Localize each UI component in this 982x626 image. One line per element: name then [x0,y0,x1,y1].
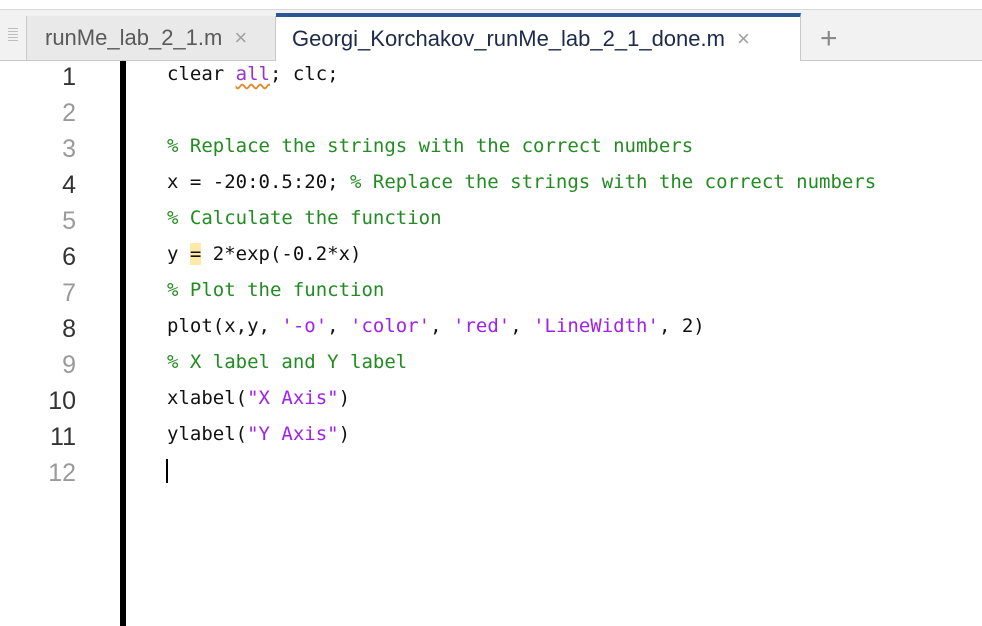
line-number: 12 [48,459,76,487]
close-icon[interactable]: × [737,26,750,52]
code-string: 'color' [350,315,431,337]
line-number-gutter: 1 2 3 4 5 6 7 8 9 10 11 12 [0,61,120,626]
code-line-4[interactable]: x = -20:0.5:20; % Replace the strings wi… [167,171,876,193]
code-text: xlabel( [167,387,248,409]
tab-grip-icon[interactable] [8,28,18,42]
line-number: 5 [62,207,76,235]
tab-runme-lab[interactable]: runMe_lab_2_1.m × [26,16,276,60]
code-text: clear [167,63,236,85]
line-number: 4 [62,171,76,199]
code-line-8[interactable]: plot(x,y, '-o', 'color', 'red', 'LineWid… [167,315,705,337]
code-line-5[interactable]: % Calculate the function [167,207,442,229]
code-string: 'red' [453,315,511,337]
code-text: , [510,315,534,337]
code-text: ) [338,423,351,445]
editor-tab-bar: runMe_lab_2_1.m × Georgi_Korchakov_runMe… [0,10,982,61]
code-text: ; clc; [269,63,339,85]
code-comment: % Replace the strings with the correct n… [350,171,877,193]
line-number: 1 [62,63,76,91]
line-number: 3 [62,135,76,163]
tab-label: runMe_lab_2_1.m [45,25,223,50]
code-highlight: = [189,243,202,265]
text-cursor [166,459,168,483]
window-top-edge [0,0,982,10]
line-number: 9 [62,351,76,379]
line-number: 10 [48,387,76,415]
code-string: "Y Axis" [247,423,339,445]
code-line-11[interactable]: ylabel("Y Axis") [167,423,350,445]
line-number: 8 [62,315,76,343]
code-line-6[interactable]: y = 2*exp(-0.2*x) [167,243,362,265]
tab-label: Georgi_Korchakov_runMe_lab_2_1_done.m [292,26,725,51]
code-text: 2*exp(-0.2*x) [201,243,362,265]
code-text: y [167,243,190,265]
close-icon[interactable]: × [234,25,247,51]
code-string: "X Axis" [247,387,339,409]
line-number: 6 [62,243,76,271]
code-text: , [430,315,454,337]
code-string: '-o' [281,315,328,337]
code-text: ) [338,387,351,409]
code-keyword: all [235,63,270,85]
code-line-7[interactable]: % Plot the function [167,279,384,301]
line-number: 7 [62,279,76,307]
tab-georgi-done[interactable]: Georgi_Korchakov_runMe_lab_2_1_done.m × [276,13,801,61]
code-text: plot(x,y, [167,315,282,337]
code-text: , 2) [658,315,705,337]
new-tab-button[interactable]: + [820,24,838,54]
code-line-3[interactable]: % Replace the strings with the correct n… [167,135,693,157]
code-line-10[interactable]: xlabel("X Axis") [167,387,350,409]
code-line-1[interactable]: clear all; clc; [167,63,339,85]
code-text: , [327,315,351,337]
code-string: 'LineWidth' [533,315,659,337]
code-editor[interactable]: clear all; clc; % Replace the strings wi… [126,61,982,626]
line-number: 2 [62,99,76,127]
line-number: 11 [50,423,76,451]
code-text: x = -20:0.5:20; [167,171,351,193]
code-text: ylabel( [167,423,248,445]
code-line-9[interactable]: % X label and Y label [167,351,407,373]
